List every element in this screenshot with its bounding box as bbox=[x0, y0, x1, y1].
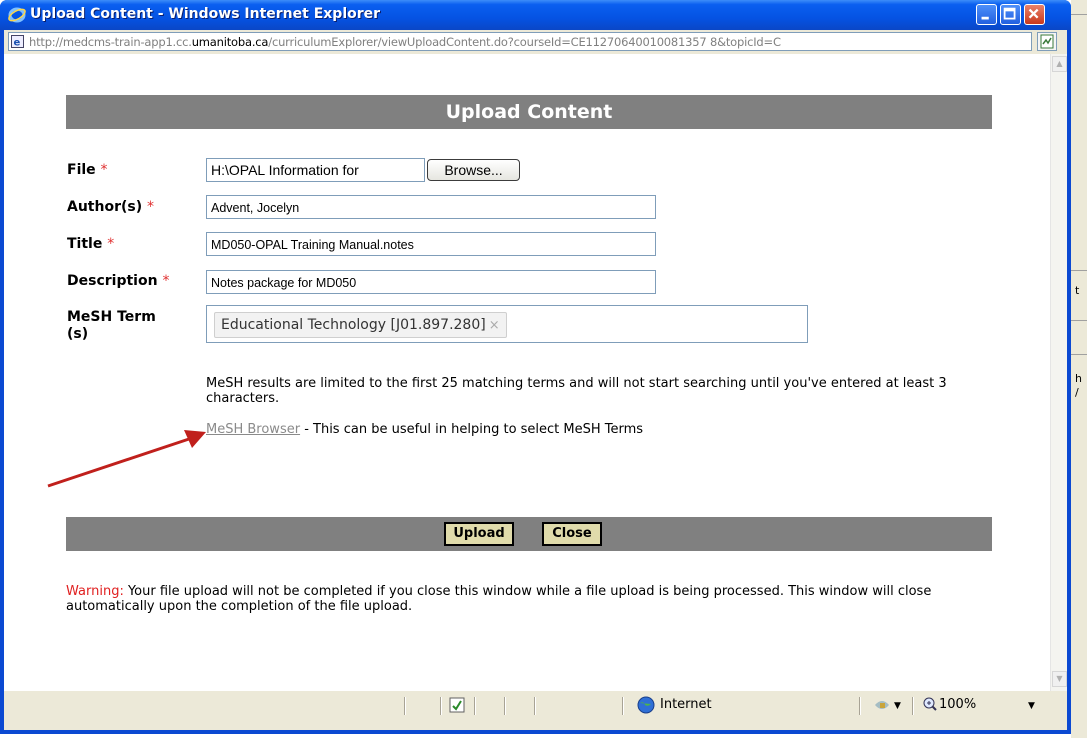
title-input[interactable]: MD050-OPAL Training Manual.notes bbox=[206, 232, 656, 256]
mesh-help-text: MeSH results are limited to the first 25… bbox=[206, 376, 947, 406]
internet-globe-icon bbox=[637, 696, 655, 714]
mesh-browser-line: MeSH Browser - This can be useful in hel… bbox=[206, 422, 644, 437]
url-field[interactable]: e http://medcms-train-app1.cc.umanitoba.… bbox=[8, 32, 1032, 51]
authors-label: Author(s) * bbox=[67, 199, 154, 215]
svg-text:e: e bbox=[14, 38, 21, 49]
maximize-button[interactable] bbox=[1000, 4, 1021, 25]
scroll-down-arrow[interactable]: ▼ bbox=[1052, 671, 1067, 687]
ie-logo-icon bbox=[8, 7, 26, 23]
description-label: Description * bbox=[67, 273, 170, 289]
title-bar[interactable]: Upload Content - Windows Internet Explor… bbox=[0, 0, 1071, 30]
close-icon bbox=[1028, 8, 1039, 19]
close-button[interactable]: Close bbox=[542, 522, 602, 546]
status-bar: Internet ▼ 100% ▼ bbox=[4, 691, 1067, 730]
ie-popup-window: Upload Content - Windows Internet Explor… bbox=[0, 0, 1071, 734]
action-bar: Upload Close bbox=[66, 517, 992, 551]
maximize-icon bbox=[1003, 7, 1016, 20]
address-bar: e http://medcms-train-app1.cc.umanitoba.… bbox=[4, 30, 1067, 54]
background-window-edge: t h / bbox=[1071, 0, 1087, 738]
minimize-icon bbox=[981, 16, 989, 20]
window-title: Upload Content - Windows Internet Explor… bbox=[30, 6, 381, 22]
mesh-terms-label: MeSH Term (s) bbox=[67, 309, 156, 342]
chip-remove-icon[interactable]: × bbox=[489, 318, 500, 333]
authors-input[interactable]: Advent, Jocelyn bbox=[206, 195, 656, 219]
page-icon: e bbox=[11, 35, 24, 48]
minimize-button[interactable] bbox=[976, 4, 997, 25]
security-zone-label: Internet bbox=[660, 697, 712, 712]
warning-text: Warning: Your file upload will not be co… bbox=[66, 584, 932, 614]
protected-mode-dropdown-icon[interactable]: ▼ bbox=[894, 701, 901, 711]
zoom-level[interactable]: 100% bbox=[939, 697, 976, 712]
page-title: Upload Content bbox=[66, 95, 992, 129]
mesh-terms-input[interactable]: Educational Technology [J01.897.280] × bbox=[206, 305, 808, 343]
protected-mode-icon[interactable] bbox=[872, 697, 892, 713]
file-path-input[interactable]: H:\OPAL Information for bbox=[206, 158, 425, 182]
vertical-scrollbar[interactable]: ▲ ▼ bbox=[1050, 54, 1067, 691]
close-window-button[interactable] bbox=[1024, 4, 1045, 25]
zoom-icon bbox=[923, 697, 937, 711]
browse-button[interactable]: Browse... bbox=[427, 159, 520, 181]
description-input[interactable]: Notes package for MD050 bbox=[206, 270, 656, 294]
compatibility-icon bbox=[1040, 34, 1054, 49]
title-label: Title * bbox=[67, 236, 115, 252]
zoom-dropdown-icon[interactable]: ▼ bbox=[1028, 701, 1035, 711]
compatibility-button[interactable] bbox=[1037, 32, 1057, 51]
page-content: Upload Content File * H:\OPAL Informatio… bbox=[4, 54, 1067, 691]
script-status-icon[interactable] bbox=[448, 696, 466, 714]
url-text: http://medcms-train-app1.cc.umanitoba.ca… bbox=[29, 35, 781, 49]
mesh-term-chip: Educational Technology [J01.897.280] × bbox=[214, 312, 507, 338]
upload-button[interactable]: Upload bbox=[444, 522, 514, 546]
scroll-up-arrow[interactable]: ▲ bbox=[1052, 56, 1067, 72]
file-label: File * bbox=[67, 162, 108, 178]
mesh-browser-link[interactable]: MeSH Browser bbox=[206, 422, 300, 437]
